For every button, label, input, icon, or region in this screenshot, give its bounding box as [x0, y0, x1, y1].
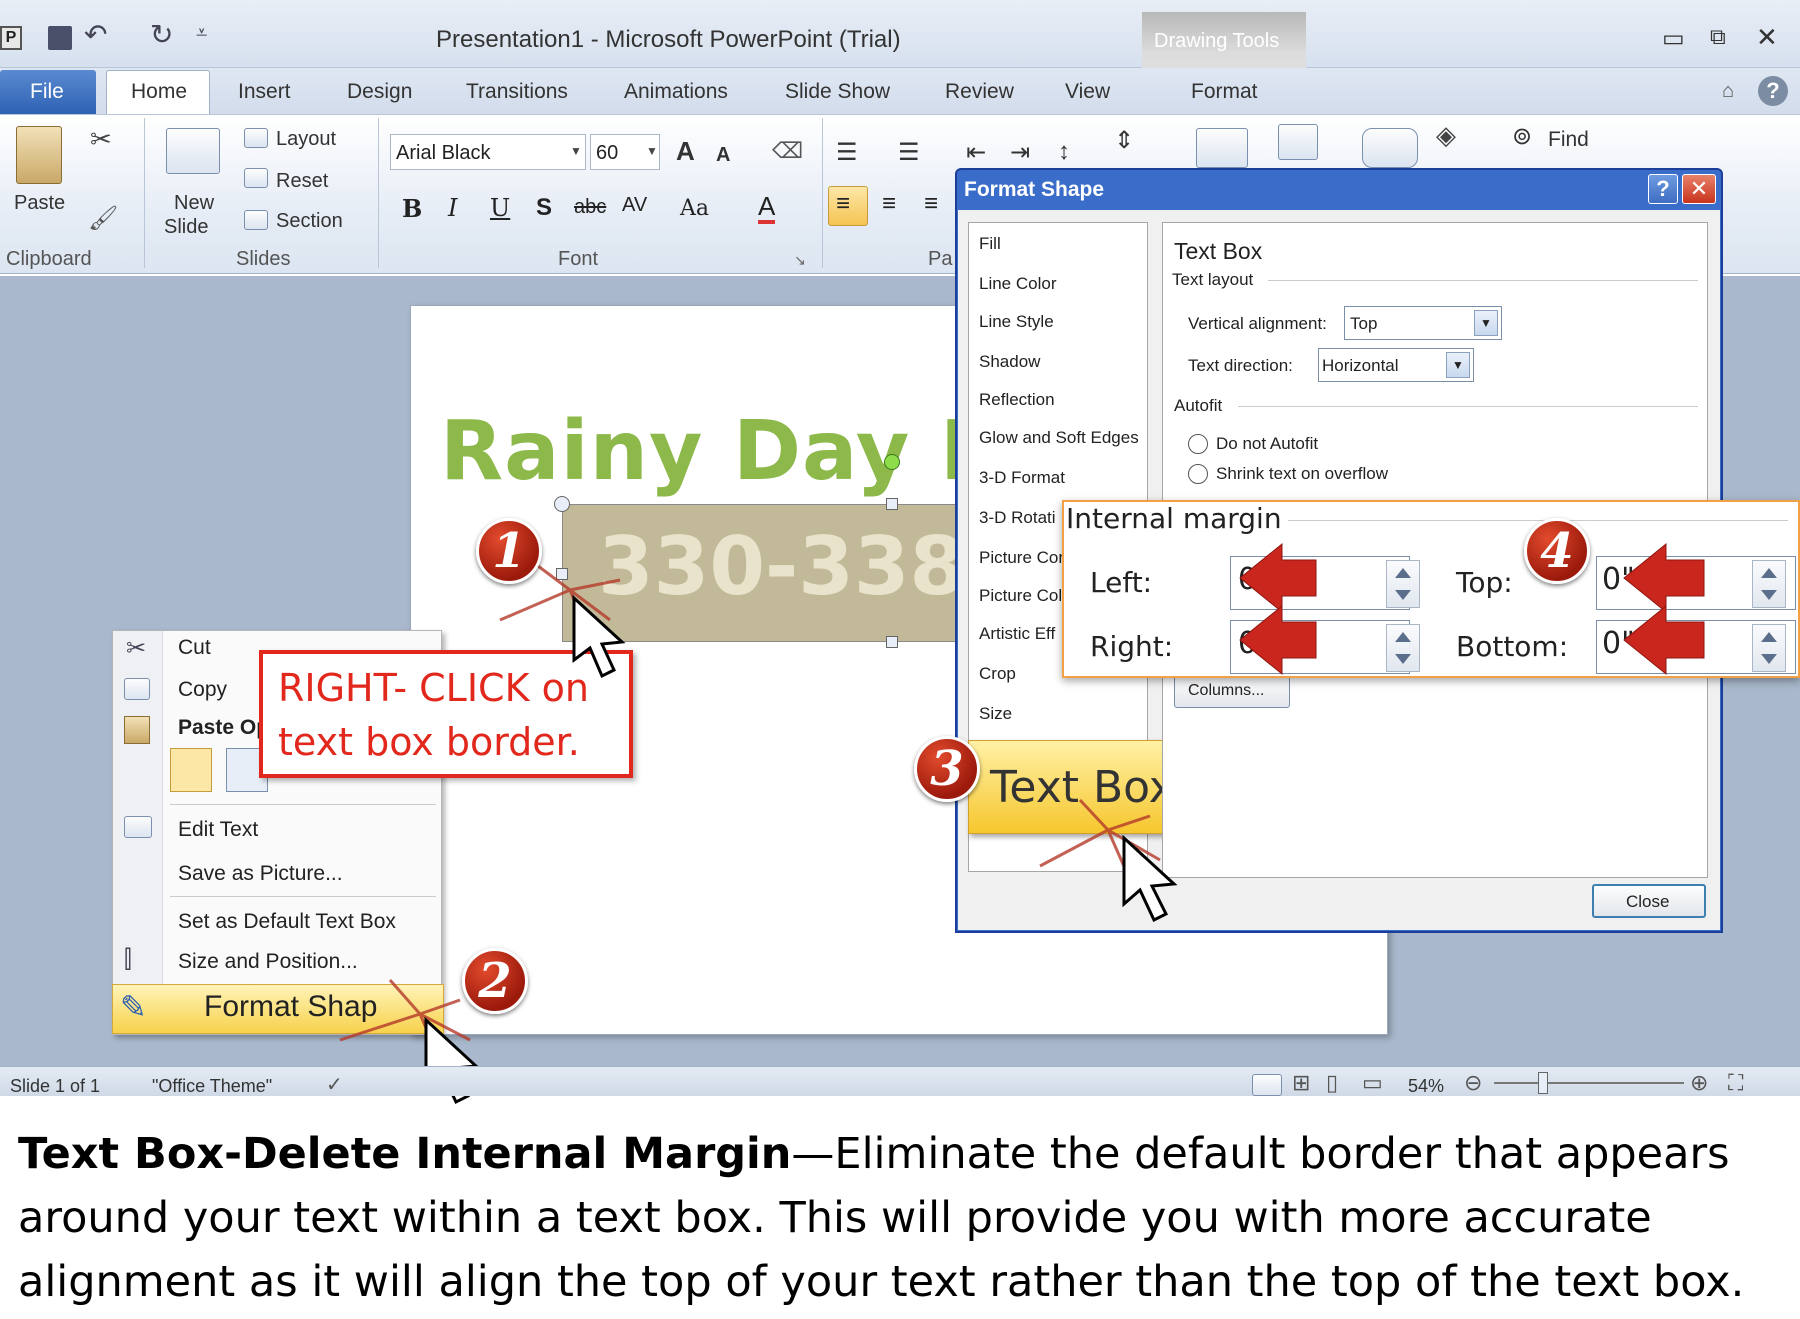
step-badge-3: 3	[914, 736, 980, 802]
slide-counter: Slide 1 of 1	[10, 1076, 101, 1096]
step-badge-4: 4	[1524, 518, 1590, 584]
step-badge-1: 1	[476, 518, 542, 584]
spell-check-icon[interactable]: ✓	[326, 1072, 343, 1097]
step-badge-2: 2	[462, 948, 528, 1014]
left-arrow-icon	[1623, 604, 1705, 676]
slide-show-icon[interactable]: ▭	[1362, 1070, 1383, 1096]
fit-to-window-icon[interactable]: ⛶	[1728, 1070, 1743, 1096]
left-arrow-icon	[1239, 604, 1317, 676]
theme-name: "Office Theme"	[152, 1076, 273, 1096]
zoom-level[interactable]: 54%	[1408, 1076, 1444, 1097]
left-arrow-icon	[1623, 542, 1705, 614]
zoom-out-icon[interactable]: ⊖	[1464, 1070, 1482, 1096]
reading-view-icon[interactable]: ▯	[1326, 1070, 1338, 1096]
slide-sorter-icon[interactable]: ⊞	[1292, 1070, 1310, 1096]
zoom-slider-thumb[interactable]	[1538, 1072, 1548, 1094]
zoom-slider[interactable]	[1494, 1082, 1684, 1084]
cursor-icon	[1039, 798, 1178, 923]
caption: Text Box-Delete Internal Margin—Eliminat…	[18, 1122, 1788, 1314]
zoom-in-icon[interactable]: ⊕	[1690, 1070, 1708, 1096]
caption-heading: Text Box-Delete Internal Margin	[18, 1129, 792, 1179]
left-arrow-icon	[1239, 542, 1317, 614]
normal-view-icon[interactable]	[1252, 1074, 1282, 1096]
